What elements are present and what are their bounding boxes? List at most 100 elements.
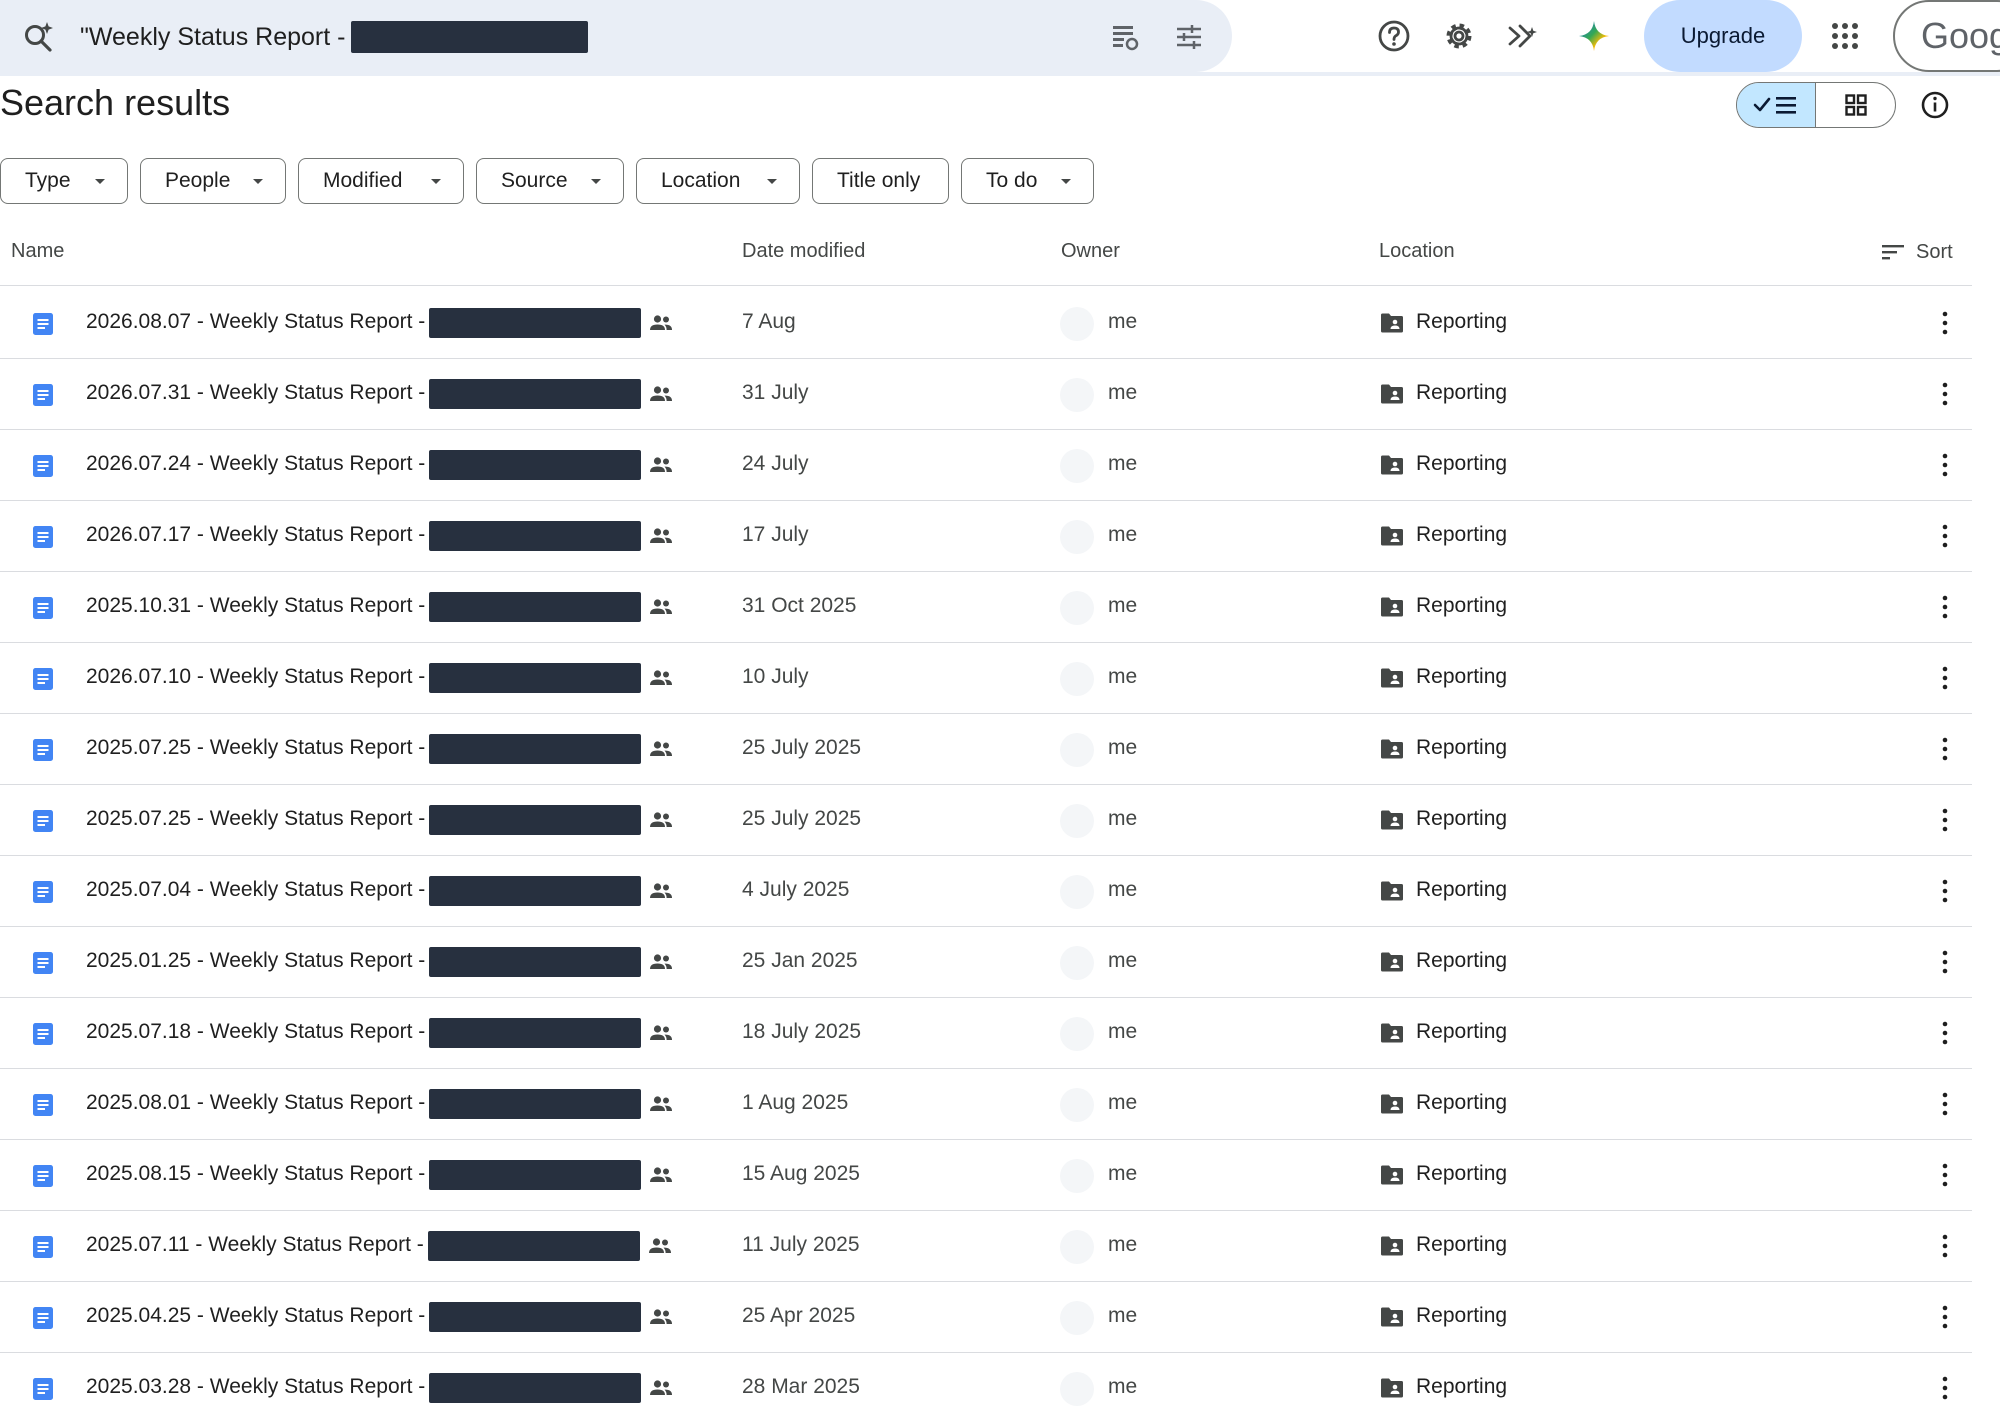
sort-button[interactable]: Sort [1880,240,1953,264]
help-icon[interactable] [1374,16,1414,56]
location-name[interactable]: Reporting [1416,452,1507,476]
table-row[interactable]: 2026.07.17 - Weekly Status Report - 17 J… [0,501,1972,572]
date-modified: 10 July [742,665,809,688]
more-vert-icon[interactable] [1932,663,1958,693]
redacted-block [429,805,641,835]
more-vert-icon[interactable] [1932,379,1958,409]
location-name[interactable]: Reporting [1416,1162,1507,1186]
search-query-text[interactable]: "Weekly Status Report - [80,20,345,54]
avatar [1060,804,1094,838]
location-name[interactable]: Reporting [1416,523,1507,547]
table-row[interactable]: 2026.08.07 - Weekly Status Report - 7 Au… [0,288,1972,359]
location-name[interactable]: Reporting [1416,381,1507,405]
table-row[interactable]: 2025.08.15 - Weekly Status Report - 15 A… [0,1140,1972,1211]
search-ai-icon[interactable] [22,20,56,54]
table-row[interactable]: 2025.04.25 - Weekly Status Report - 25 A… [0,1282,1972,1353]
more-vert-icon[interactable] [1932,592,1958,622]
keep-sparkle-icon[interactable] [1503,16,1543,56]
table-row[interactable]: 2026.07.24 - Weekly Status Report - 24 J… [0,430,1972,501]
account-switcher[interactable]: Goog [1893,0,2000,72]
table-row[interactable]: 2026.07.10 - Weekly Status Report - 10 J… [0,643,1972,714]
table-row[interactable]: 2025.07.11 - Weekly Status Report - 11 J… [0,1211,1972,1282]
file-name[interactable]: 2026.07.24 - Weekly Status Report - [86,452,425,476]
filter-people-chip[interactable]: People [140,158,286,204]
more-vert-icon[interactable] [1932,876,1958,906]
file-name[interactable]: 2025.07.11 - Weekly Status Report - [86,1233,424,1257]
file-name[interactable]: 2025.07.25 - Weekly Status Report - [86,807,425,831]
location-name[interactable]: Reporting [1416,1091,1507,1115]
file-name[interactable]: 2026.08.07 - Weekly Status Report - [86,310,425,334]
location-name[interactable]: Reporting [1416,594,1507,618]
location-name[interactable]: Reporting [1416,665,1507,689]
shared-folder-icon [1381,1236,1403,1256]
redacted-block [351,21,588,53]
filter-title-only-chip[interactable]: Title only [812,158,949,204]
location-name[interactable]: Reporting [1416,736,1507,760]
more-vert-icon[interactable] [1932,947,1958,977]
upgrade-button[interactable]: Upgrade [1644,0,1802,72]
apps-grid-icon[interactable] [1825,16,1865,56]
column-name[interactable]: Name [11,240,64,263]
file-name[interactable]: 2025.03.28 - Weekly Status Report - [86,1375,425,1399]
table-row[interactable]: 2025.08.01 - Weekly Status Report - 1 Au… [0,1069,1972,1140]
filter-tune-icon[interactable] [1172,20,1206,54]
table-row[interactable]: 2025.03.28 - Weekly Status Report - 28 M… [0,1353,1972,1411]
owner-name: me [1108,807,1138,830]
more-vert-icon[interactable] [1932,805,1958,835]
file-name[interactable]: 2026.07.17 - Weekly Status Report - [86,523,425,547]
filter-source-chip[interactable]: Source [476,158,624,204]
more-vert-icon[interactable] [1932,450,1958,480]
more-vert-icon[interactable] [1932,734,1958,764]
view-toggle[interactable] [1736,82,1896,128]
table-row[interactable]: 2026.07.31 - Weekly Status Report - 31 J… [0,359,1972,430]
table-row[interactable]: 2025.07.04 - Weekly Status Report - 4 Ju… [0,856,1972,927]
file-name[interactable]: 2025.07.25 - Weekly Status Report - [86,736,425,760]
grid-view-button[interactable] [1816,83,1895,127]
file-name[interactable]: 2025.04.25 - Weekly Status Report - [86,1304,425,1328]
table-row[interactable]: 2025.07.25 - Weekly Status Report - 25 J… [0,714,1972,785]
file-name[interactable]: 2025.07.04 - Weekly Status Report - [86,878,425,902]
info-icon[interactable] [1918,88,1952,122]
location-name[interactable]: Reporting [1416,878,1507,902]
table-row[interactable]: 2025.07.25 - Weekly Status Report - 25 J… [0,785,1972,856]
location-name[interactable]: Reporting [1416,1020,1507,1044]
file-name[interactable]: 2026.07.10 - Weekly Status Report - [86,665,425,689]
location-name[interactable]: Reporting [1416,1304,1507,1328]
search-options-icon[interactable] [1108,20,1142,54]
more-vert-icon[interactable] [1932,1231,1958,1261]
more-vert-icon[interactable] [1932,1089,1958,1119]
date-modified: 17 July [742,523,809,546]
more-vert-icon[interactable] [1932,1018,1958,1048]
more-vert-icon[interactable] [1932,308,1958,338]
filter-location-chip[interactable]: Location [636,158,800,204]
more-vert-icon[interactable] [1932,1302,1958,1332]
gemini-icon[interactable] [1574,16,1614,56]
table-row[interactable]: 2025.07.18 - Weekly Status Report - 18 J… [0,998,1972,1069]
location-name[interactable]: Reporting [1416,1375,1507,1399]
more-vert-icon[interactable] [1932,1160,1958,1190]
location-name[interactable]: Reporting [1416,949,1507,973]
file-name[interactable]: 2025.08.01 - Weekly Status Report - [86,1091,425,1115]
settings-icon[interactable] [1439,16,1479,56]
file-name[interactable]: 2025.10.31 - Weekly Status Report - [86,594,425,618]
file-name[interactable]: 2026.07.31 - Weekly Status Report - [86,381,425,405]
file-name[interactable]: 2025.08.15 - Weekly Status Report - [86,1162,425,1186]
avatar [1060,1159,1094,1193]
more-vert-icon[interactable] [1932,521,1958,551]
shared-folder-icon [1381,455,1403,475]
column-owner: Owner [1061,240,1120,262]
table-row[interactable]: 2025.01.25 - Weekly Status Report - 25 J… [0,927,1972,998]
list-view-button[interactable] [1737,83,1816,127]
column-date-modified[interactable]: Date modified [742,240,865,263]
file-name[interactable]: 2025.07.18 - Weekly Status Report - [86,1020,425,1044]
location-name[interactable]: Reporting [1416,310,1507,334]
file-name[interactable]: 2025.01.25 - Weekly Status Report - [86,949,425,973]
more-vert-icon[interactable] [1932,1373,1958,1403]
filter-to-do-chip[interactable]: To do [961,158,1094,204]
table-row[interactable]: 2025.10.31 - Weekly Status Report - 31 O… [0,572,1972,643]
search-box[interactable]: "Weekly Status Report - [0,0,1232,72]
filter-type-chip[interactable]: Type [0,158,128,204]
filter-modified-chip[interactable]: Modified [298,158,464,204]
location-name[interactable]: Reporting [1416,1233,1507,1257]
location-name[interactable]: Reporting [1416,807,1507,831]
